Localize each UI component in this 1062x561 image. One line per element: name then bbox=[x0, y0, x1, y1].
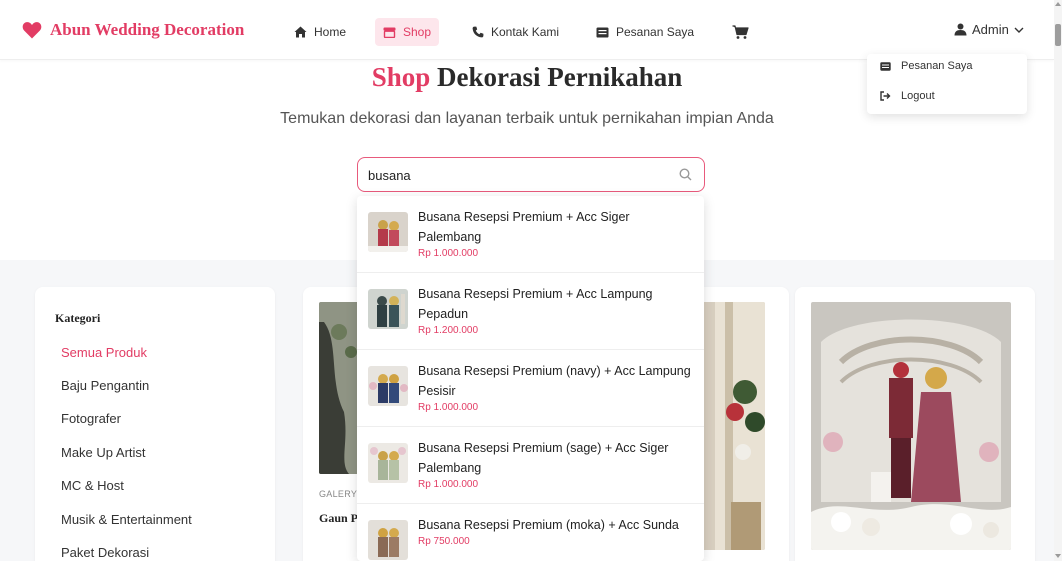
suggestion-price: Rp 1.000.000 bbox=[418, 248, 479, 259]
search-suggestions: Busana Resepsi Premium + Acc Siger Palem… bbox=[357, 196, 704, 561]
suggestion-text: Busana Resepsi Premium + Acc Siger Palem… bbox=[418, 207, 696, 261]
suggestion-price: Rp 750.000 bbox=[418, 536, 470, 547]
search-box bbox=[357, 157, 705, 192]
suggestion-name: Busana Resepsi Premium + Acc Siger Palem… bbox=[418, 210, 630, 244]
suggestion-price: Rp 1.000.000 bbox=[418, 402, 479, 413]
phone-icon bbox=[472, 26, 484, 38]
category-item[interactable]: MC & Host bbox=[61, 478, 124, 493]
category-item[interactable]: Baju Pengantin bbox=[61, 378, 149, 393]
suggestion-item[interactable]: Busana Resepsi Premium (navy) + Acc Lamp… bbox=[357, 350, 704, 427]
product-image[interactable] bbox=[811, 302, 1011, 550]
admin-label: Admin bbox=[972, 22, 1009, 37]
search-input[interactable] bbox=[368, 165, 668, 185]
suggestion-thumbnail bbox=[368, 366, 408, 406]
nav-home-label: Home bbox=[314, 25, 347, 39]
product-category: GALERY bbox=[319, 489, 358, 499]
user-icon bbox=[954, 23, 967, 36]
category-item[interactable]: Semua Produk bbox=[61, 345, 147, 360]
category-item[interactable]: Make Up Artist bbox=[61, 445, 146, 460]
product-card[interactable] bbox=[795, 287, 1035, 561]
nav-home[interactable]: Home bbox=[286, 18, 354, 46]
suggestion-thumbnail bbox=[368, 443, 408, 483]
cart-button[interactable] bbox=[724, 18, 757, 46]
scroll-thumb[interactable] bbox=[1055, 24, 1061, 46]
page-title: Shop Dekorasi Pernikahan bbox=[0, 62, 1054, 93]
receipt-icon bbox=[596, 27, 609, 37]
category-item[interactable]: Paket Dekorasi bbox=[61, 545, 149, 560]
home-icon bbox=[294, 26, 307, 38]
suggestion-text: Busana Resepsi Premium (moka) + Acc Sund… bbox=[418, 515, 696, 549]
page-subtitle: Temukan dekorasi dan layanan terbaik unt… bbox=[280, 110, 774, 127]
nav-shop[interactable]: Shop bbox=[375, 18, 440, 46]
category-item[interactable]: Fotografer bbox=[61, 411, 121, 426]
brand-name: Abun Wedding Decoration bbox=[50, 20, 245, 39]
category-title: Kategori bbox=[55, 311, 101, 325]
suggestion-item[interactable]: Busana Resepsi Premium + Acc Siger Palem… bbox=[357, 196, 704, 273]
page-scrollbar[interactable] bbox=[1054, 0, 1062, 561]
suggestion-price: Rp 1.000.000 bbox=[418, 479, 479, 490]
suggestion-name: Busana Resepsi Premium (moka) + Acc Sund… bbox=[418, 518, 679, 532]
nav-shop-label: Shop bbox=[403, 25, 432, 39]
admin-menu-toggle[interactable]: Admin bbox=[954, 22, 1024, 37]
suggestion-text: Busana Resepsi Premium (navy) + Acc Lamp… bbox=[418, 361, 696, 415]
navbar: Abun Wedding Decoration Home Shop Kontak… bbox=[0, 0, 1054, 60]
store-icon bbox=[383, 27, 396, 38]
nav-orders-label: Pesanan Saya bbox=[616, 25, 695, 39]
nav-orders[interactable]: Pesanan Saya bbox=[588, 18, 702, 46]
category-item[interactable]: Musik & Entertainment bbox=[61, 512, 192, 527]
suggestion-item[interactable]: Busana Resepsi Premium + Acc Lampung Pep… bbox=[357, 273, 704, 350]
suggestion-item[interactable]: Busana Resepsi Premium (sage) + Acc Sige… bbox=[357, 427, 704, 504]
category-sidebar: Kategori Semua Produk Baju Pengantin Fot… bbox=[35, 287, 275, 561]
suggestion-thumbnail bbox=[368, 212, 408, 252]
heart-icon bbox=[22, 22, 42, 39]
suggestion-text: Busana Resepsi Premium (sage) + Acc Sige… bbox=[418, 438, 696, 492]
suggestion-name: Busana Resepsi Premium (sage) + Acc Sige… bbox=[418, 441, 669, 475]
cart-icon bbox=[732, 24, 749, 39]
nav-contact-label: Kontak Kami bbox=[491, 25, 560, 39]
suggestion-thumbnail bbox=[368, 520, 408, 560]
nav-contact[interactable]: Kontak Kami bbox=[464, 18, 567, 46]
scroll-up-arrow-icon[interactable] bbox=[1055, 2, 1061, 6]
suggestion-item[interactable]: Busana Resepsi Premium (moka) + Acc Sund… bbox=[357, 504, 704, 561]
chevron-down-icon bbox=[1014, 27, 1024, 33]
scroll-down-arrow-icon[interactable] bbox=[1055, 554, 1061, 558]
page-title-accent: Shop bbox=[371, 62, 431, 92]
page-title-rest: Dekorasi Pernikahan bbox=[437, 62, 683, 92]
brand-link[interactable]: Abun Wedding Decoration bbox=[22, 20, 244, 40]
suggestion-text: Busana Resepsi Premium + Acc Lampung Pep… bbox=[418, 284, 696, 338]
suggestion-price: Rp 1.200.000 bbox=[418, 325, 479, 336]
search-icon[interactable] bbox=[679, 168, 692, 181]
suggestion-name: Busana Resepsi Premium + Acc Lampung Pep… bbox=[418, 287, 653, 321]
suggestion-name: Busana Resepsi Premium (navy) + Acc Lamp… bbox=[418, 364, 691, 398]
suggestion-thumbnail bbox=[368, 289, 408, 329]
